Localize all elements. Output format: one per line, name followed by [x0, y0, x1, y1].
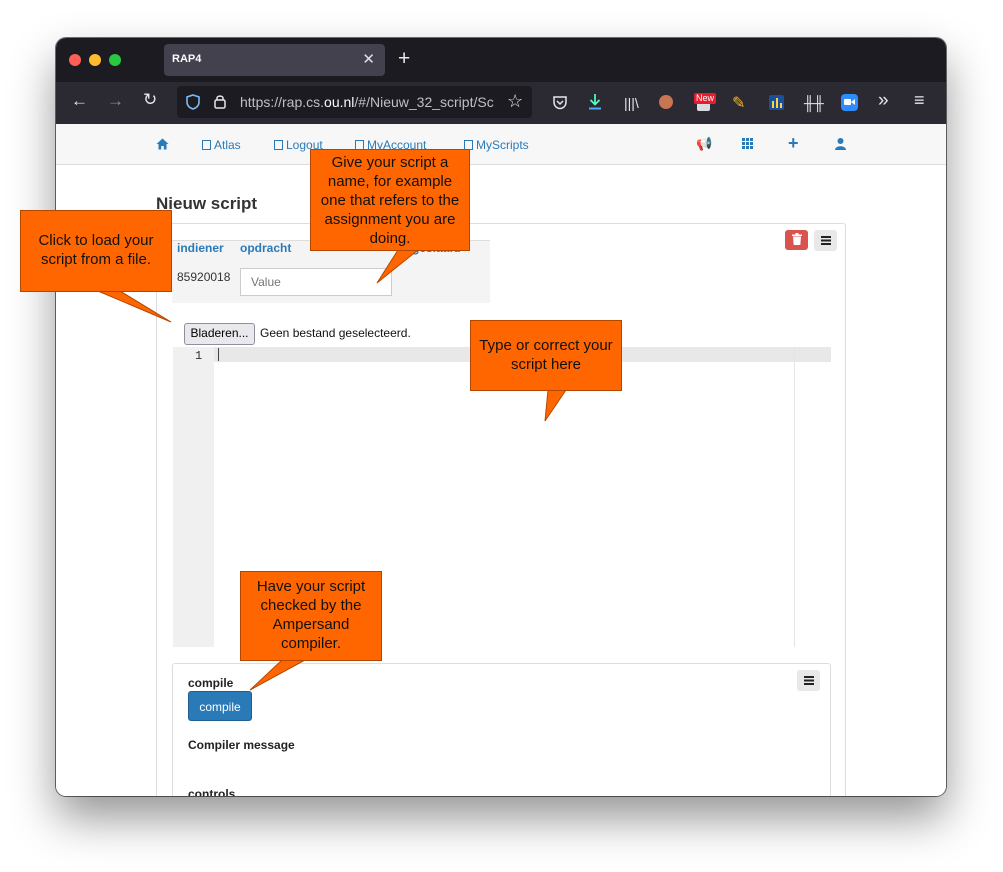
brush-extension-icon[interactable]: ✎	[732, 93, 745, 113]
download-icon[interactable]	[587, 93, 603, 111]
callout-name-script: Give your script a name, for example one…	[310, 149, 470, 251]
callout-compile: Have your script checked by the Ampersan…	[240, 571, 382, 661]
shield-icon[interactable]	[186, 94, 200, 110]
panel-menu-button[interactable]	[814, 230, 837, 251]
forward-arrow-icon[interactable]: →	[107, 91, 124, 111]
no-file-label: Geen bestand geselecteerd.	[260, 326, 411, 340]
new-tab-icon[interactable]: +	[398, 47, 410, 71]
delete-button[interactable]	[785, 230, 808, 250]
address-bar[interactable]: https://rap.cs.ou.nl/#/Nieuw_32_script/S…	[177, 86, 532, 118]
browser-window: RAP4 ✕ + ← → ↻ https://rap.cs.ou.nl/#/Ni…	[56, 38, 946, 796]
compile-button[interactable]: compile	[188, 691, 252, 721]
back-arrow-icon[interactable]: ←	[71, 91, 88, 111]
megaphone-icon[interactable]: 📢	[696, 136, 712, 152]
navigation-bar: ← → ↻ https://rap.cs.ou.nl/#/Nieuw_32_sc…	[56, 82, 946, 124]
hamburger-icon	[803, 676, 814, 685]
editor-right-ruler	[794, 347, 795, 647]
chart-extension-icon[interactable]	[769, 95, 784, 110]
controls-label: controls	[188, 787, 236, 796]
overflow-chevron-icon[interactable]: »	[878, 90, 889, 112]
lock-icon[interactable]	[214, 94, 226, 109]
compiler-message-label: Compiler message	[188, 738, 295, 752]
line-gutter	[173, 347, 214, 647]
nav-myscripts-link[interactable]: MyScripts	[464, 138, 529, 152]
list-icon	[274, 140, 283, 150]
minimize-window-button[interactable]	[89, 54, 101, 66]
compile-panel: compile compile Compiler message control…	[172, 663, 831, 796]
url-text[interactable]: https://rap.cs.ou.nl/#/Nieuw_32_script/S…	[240, 94, 494, 110]
tab-title: RAP4	[172, 53, 202, 65]
reload-icon[interactable]: ↻	[143, 90, 157, 110]
header-opdracht: opdracht	[240, 241, 292, 255]
callout-load-file: Click to load your script from a file.	[20, 210, 172, 292]
text-cursor	[218, 348, 219, 361]
page-content: Nieuw script indiener opdracht ...geslaa…	[56, 165, 946, 796]
user-icon[interactable]	[835, 138, 846, 150]
nav-atlas-link[interactable]: Atlas	[202, 138, 241, 152]
callout-type-script: Type or correct your script here	[470, 320, 622, 391]
grid-icon[interactable]	[742, 138, 753, 149]
script-panel: indiener opdracht ...geslaafd 85920018 B…	[156, 223, 846, 796]
maximize-window-button[interactable]	[109, 54, 121, 66]
title-bar: RAP4 ✕ +	[56, 38, 946, 82]
close-window-button[interactable]	[69, 54, 81, 66]
bookmark-star-icon[interactable]: ☆	[507, 91, 523, 112]
library-icon[interactable]: |||\	[624, 95, 639, 111]
compile-panel-menu-button[interactable]	[797, 670, 820, 691]
header-indiener: indiener	[177, 241, 224, 255]
plus-icon[interactable]: +	[788, 133, 799, 154]
compile-heading: compile	[188, 676, 234, 690]
browse-file-button[interactable]: Bladeren...	[184, 323, 255, 345]
site-navbar: Atlas Logout MyAccount MyScripts 📢 +	[56, 124, 946, 165]
script-name-input[interactable]	[240, 268, 392, 296]
hamburger-icon	[820, 236, 831, 245]
tab-close-icon[interactable]: ✕	[362, 50, 375, 68]
indiener-value: 85920018	[177, 270, 231, 284]
home-icon[interactable]	[156, 138, 169, 150]
pocket-icon[interactable]	[552, 95, 568, 110]
zoom-extension-icon[interactable]	[841, 94, 858, 111]
news-extension-icon[interactable]: New	[694, 93, 717, 111]
trash-icon	[791, 233, 802, 245]
list-icon	[202, 140, 211, 150]
browser-tab[interactable]: RAP4 ✕	[164, 44, 385, 76]
fence-extension-icon[interactable]: ╫╫	[804, 95, 824, 111]
hamburger-menu-icon[interactable]: ≡	[914, 90, 925, 111]
line-number: 1	[195, 349, 203, 363]
new-badge: New	[694, 93, 717, 104]
avatar-extension-icon[interactable]	[659, 95, 673, 109]
